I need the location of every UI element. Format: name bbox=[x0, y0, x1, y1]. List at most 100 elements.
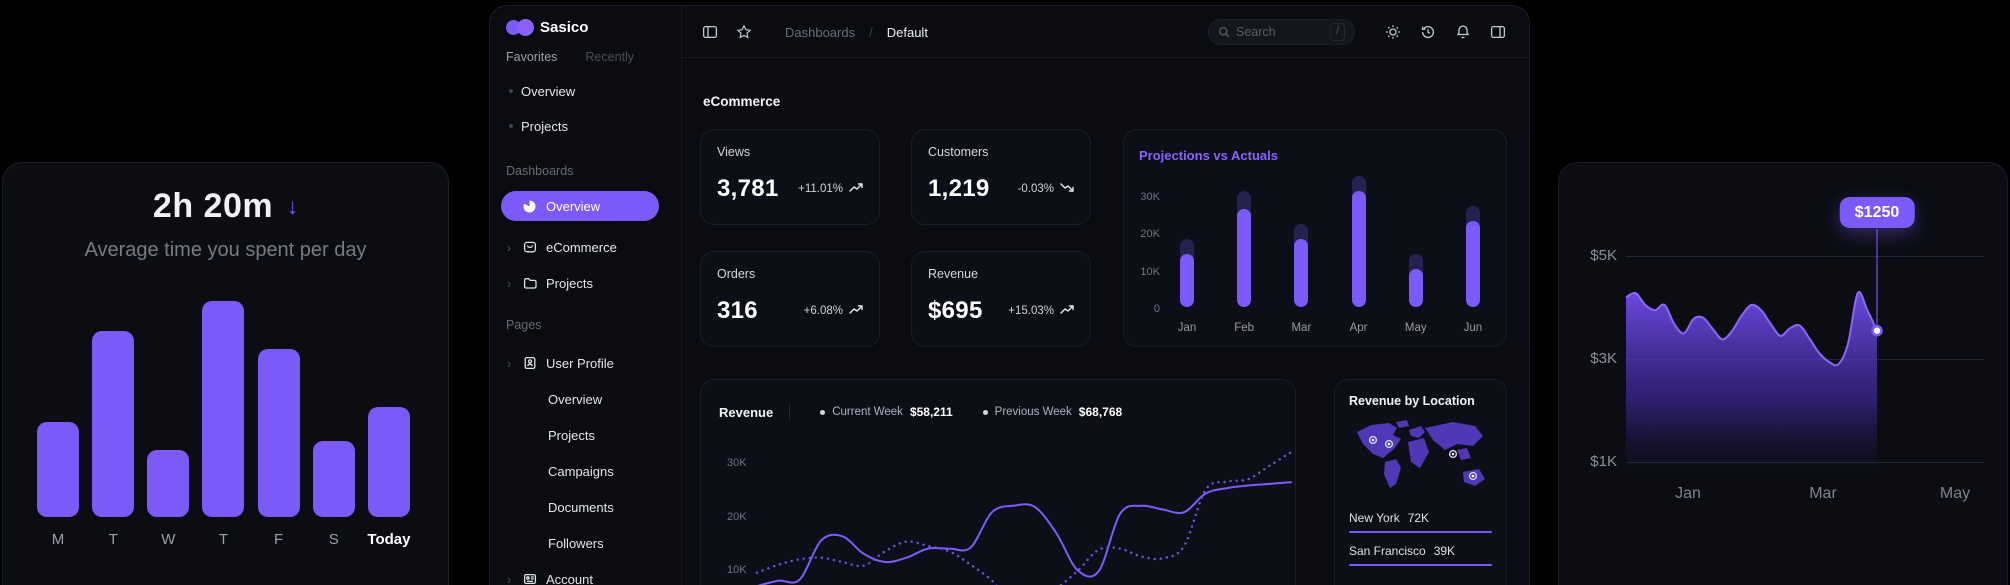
y-tick-label: 10K bbox=[1124, 266, 1160, 278]
chevron-right-icon: › bbox=[502, 276, 516, 291]
sidebar: Sasico Favorites Recently Overview Proje… bbox=[490, 6, 682, 585]
sidebar-item-ecommerce[interactable]: › eCommerce bbox=[490, 234, 681, 260]
x-tick-label: S bbox=[329, 531, 339, 549]
section-label-dashboards: Dashboards bbox=[506, 164, 573, 178]
tab-recently[interactable]: Recently bbox=[585, 50, 634, 64]
stat-delta: +15.03% bbox=[1008, 304, 1074, 318]
sidebar-item-overview-favorite[interactable]: Overview bbox=[490, 78, 681, 104]
bar-group-feb bbox=[1237, 130, 1251, 307]
stat-value: 1,219 bbox=[928, 175, 990, 203]
weekly-bar-column: M bbox=[35, 291, 81, 549]
sidebar-subitem-projects[interactable]: Projects bbox=[490, 422, 681, 448]
x-tick-label: Mar bbox=[1286, 322, 1316, 334]
y-tick-label: 10K bbox=[727, 564, 757, 576]
sidebar-item-label: Overview bbox=[546, 199, 600, 214]
sidebar-toggle-icon[interactable] bbox=[701, 23, 719, 41]
sidebar-subitem-followers[interactable]: Followers bbox=[490, 530, 681, 556]
bar[interactable] bbox=[147, 450, 189, 517]
location-name: New York bbox=[1349, 511, 1400, 525]
balance-area-chart[interactable] bbox=[1559, 163, 2008, 585]
sidebar-item-label: Documents bbox=[548, 500, 614, 515]
bar[interactable] bbox=[202, 301, 244, 517]
data-point-marker[interactable] bbox=[1873, 326, 1882, 335]
x-tick-label: T bbox=[219, 531, 228, 549]
bell-icon[interactable] bbox=[1454, 23, 1472, 41]
weekly-bar-column: T bbox=[90, 291, 136, 549]
stat-value: 3,781 bbox=[717, 175, 779, 203]
breadcrumb-current[interactable]: Default bbox=[887, 25, 928, 40]
sidebar-item-overview-selected[interactable]: Overview bbox=[501, 191, 659, 221]
page-background: { "colors":{"accent":"#7b5af9","projecti… bbox=[0, 0, 2010, 585]
chevron-right-icon: › bbox=[502, 356, 516, 371]
stat-label: Views bbox=[717, 145, 863, 159]
average-time-value: 2h 20m bbox=[153, 187, 273, 226]
stat-delta: +6.08% bbox=[804, 304, 863, 318]
actual-bar[interactable] bbox=[1294, 239, 1308, 307]
app-logo[interactable]: Sasico bbox=[506, 19, 588, 36]
weekly-bar-column: Today bbox=[366, 291, 412, 549]
y-tick-label: 30K bbox=[727, 457, 757, 469]
revenue-line-chart[interactable] bbox=[701, 380, 1296, 585]
bar-group-mar bbox=[1294, 130, 1308, 307]
stat-card-views: Views 3,781 +11.01% bbox=[700, 129, 880, 225]
trend-up-icon bbox=[849, 304, 863, 318]
section-label-pages: Pages bbox=[506, 318, 541, 332]
actual-bar[interactable] bbox=[1180, 254, 1194, 307]
bar[interactable] bbox=[92, 331, 134, 517]
stat-delta-text: +15.03% bbox=[1008, 305, 1054, 317]
actual-bar[interactable] bbox=[1352, 191, 1366, 307]
actual-bar[interactable] bbox=[1409, 269, 1423, 307]
theme-sun-icon[interactable] bbox=[1384, 23, 1402, 41]
actual-bar[interactable] bbox=[1237, 209, 1251, 307]
x-tick-label: T bbox=[109, 531, 118, 549]
y-tick-label: 0 bbox=[1124, 303, 1160, 315]
pie-chart-icon bbox=[522, 199, 537, 214]
breadcrumb-dashboards[interactable]: Dashboards bbox=[785, 25, 855, 40]
x-axis: JanFebMarAprMayJun bbox=[1180, 322, 1480, 334]
bar-group-jan bbox=[1180, 130, 1194, 307]
bullet-icon bbox=[509, 89, 513, 93]
location-row-new-york: New York 72K bbox=[1349, 511, 1492, 525]
bar[interactable] bbox=[368, 407, 410, 517]
sidebar-subitem-overview[interactable]: Overview bbox=[490, 386, 681, 412]
search-box[interactable]: / bbox=[1208, 19, 1355, 45]
bar[interactable] bbox=[258, 349, 300, 517]
sidebar-subitem-documents[interactable]: Documents bbox=[490, 494, 681, 520]
bullet-icon bbox=[509, 124, 513, 128]
bar-group-apr bbox=[1352, 130, 1366, 307]
sidebar-item-label: Overview bbox=[521, 84, 575, 99]
y-tick-label: 20K bbox=[727, 511, 757, 523]
previous-week-line bbox=[757, 452, 1291, 585]
trend-down-icon bbox=[1060, 182, 1074, 196]
x-tick-label: Jan bbox=[1675, 485, 1701, 503]
stat-label: Customers bbox=[928, 145, 1074, 159]
sidebar-item-account[interactable]: › Account bbox=[490, 566, 681, 585]
star-icon[interactable] bbox=[735, 23, 753, 41]
search-input[interactable] bbox=[1236, 25, 1324, 39]
sidebar-item-projects[interactable]: › Projects bbox=[490, 270, 681, 296]
stat-card-orders: Orders 316 +6.08% bbox=[700, 251, 880, 347]
stat-value: 316 bbox=[717, 297, 758, 325]
stat-value: $695 bbox=[928, 297, 983, 325]
right-panel-toggle-icon[interactable] bbox=[1489, 23, 1507, 41]
app-header: Dashboards / Default / bbox=[682, 6, 1529, 58]
bar[interactable] bbox=[37, 422, 79, 517]
actual-bar[interactable] bbox=[1466, 221, 1480, 307]
stat-label: Orders bbox=[717, 267, 863, 281]
projections-vs-actuals-card: Projections vs Actuals JanFebMarAprMayJu… bbox=[1123, 129, 1507, 347]
bar[interactable] bbox=[313, 441, 355, 517]
sidebar-item-label: eCommerce bbox=[546, 240, 617, 255]
sidebar-item-projects-favorite[interactable]: Projects bbox=[490, 113, 681, 139]
sidebar-subitem-campaigns[interactable]: Campaigns bbox=[490, 458, 681, 484]
tab-favorites[interactable]: Favorites bbox=[506, 50, 557, 64]
x-tick-label: F bbox=[274, 531, 283, 549]
sidebar-item-label: Projects bbox=[521, 119, 568, 134]
revenue-chart-card: Revenue Current Week $58,211 Previous We… bbox=[700, 379, 1296, 585]
history-icon[interactable] bbox=[1419, 23, 1437, 41]
chart-title: Revenue by Location bbox=[1349, 394, 1492, 408]
average-time-header: 2h 20m ↓ bbox=[3, 187, 448, 226]
dashboard-app-window: Sasico Favorites Recently Overview Proje… bbox=[489, 5, 1530, 585]
sidebar-item-user-profile[interactable]: › User Profile bbox=[490, 350, 681, 376]
stat-delta-text: +6.08% bbox=[804, 305, 843, 317]
trend-up-icon bbox=[849, 182, 863, 196]
